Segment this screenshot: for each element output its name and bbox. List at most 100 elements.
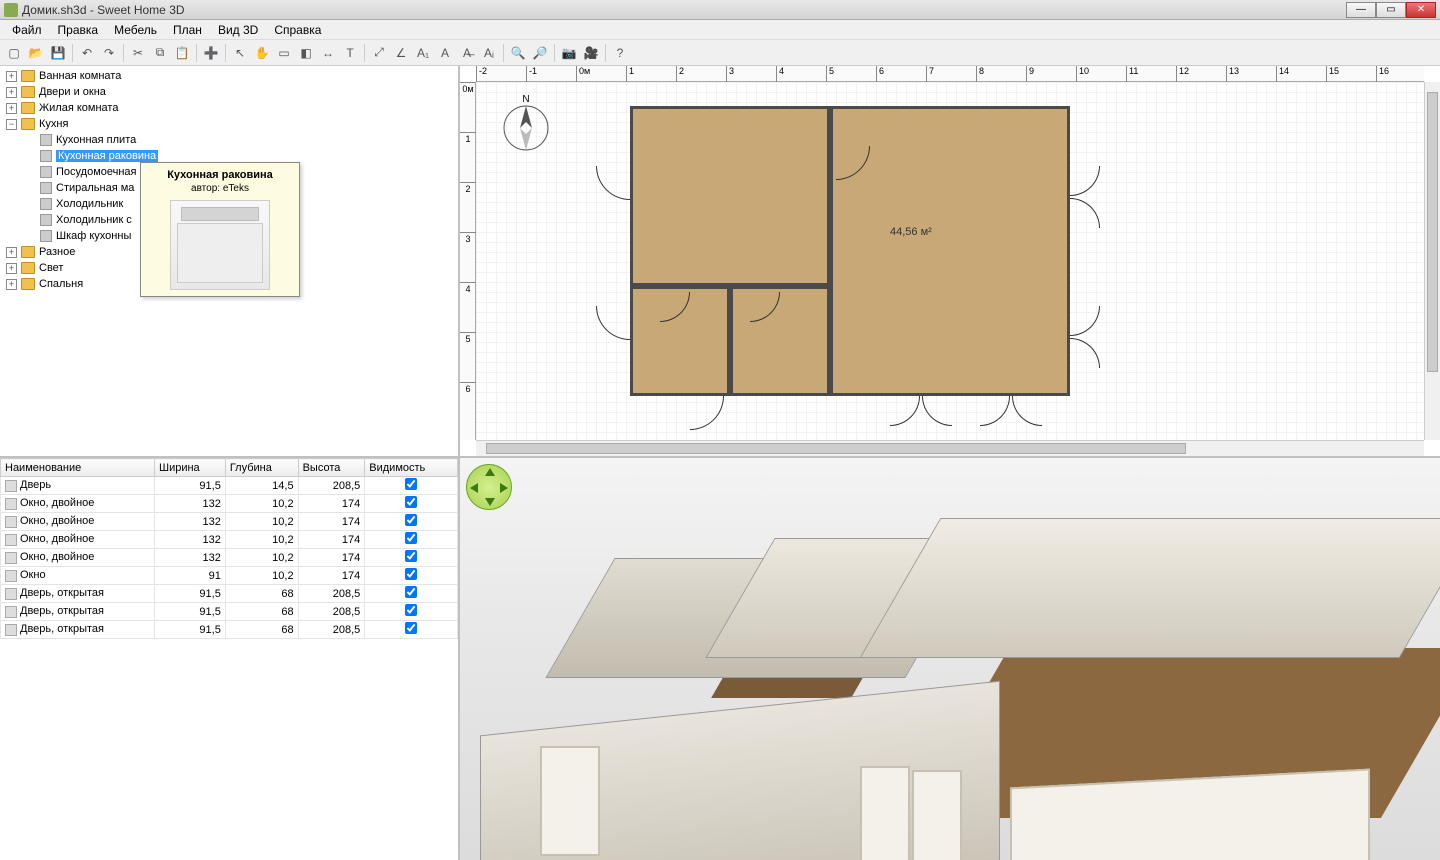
plan-2d-view[interactable]: -2-10м12345678910111213141516 0м123456 N… [460, 66, 1440, 458]
show-dim-icon[interactable]: A [435, 43, 455, 63]
floorplan[interactable]: 44,56 м² [630, 106, 1070, 406]
expand-icon[interactable]: + [6, 87, 17, 98]
row-width: 91,5 [154, 621, 225, 639]
add-furniture-icon[interactable]: ➕ [201, 43, 221, 63]
column-header[interactable]: Видимость [365, 459, 458, 477]
table-row[interactable]: Дверь, открытая91,568208,5 [1, 585, 458, 603]
new-icon[interactable]: ▢ [4, 43, 24, 63]
visibility-checkbox[interactable] [405, 532, 417, 544]
pan-icon[interactable]: ✋ [252, 43, 272, 63]
row-width: 91,5 [154, 603, 225, 621]
plan-scrollbar-vertical[interactable] [1424, 82, 1440, 440]
ruler-tick: 6 [876, 66, 884, 82]
table-row[interactable]: Дверь, открытая91,568208,5 [1, 603, 458, 621]
nav-left-icon[interactable] [470, 483, 478, 493]
maximize-button[interactable]: ▭ [1376, 2, 1406, 18]
hide-dim-icon[interactable]: A̶ [457, 43, 477, 63]
table-row[interactable]: Дверь91,514,5208,5 [1, 477, 458, 495]
catalog-folder[interactable]: +Двери и окна [2, 84, 456, 100]
row-name: Дверь, открытая [20, 587, 104, 599]
room-4[interactable] [730, 286, 830, 396]
dimension-icon[interactable]: ↔ [318, 43, 338, 63]
paste-icon[interactable]: 📋 [172, 43, 192, 63]
expand-icon[interactable]: + [6, 247, 17, 258]
catalog-folder[interactable]: +Жилая комната [2, 100, 456, 116]
door-3d [540, 746, 600, 856]
menu-правка[interactable]: Правка [50, 21, 107, 39]
room-icon[interactable]: ◧ [296, 43, 316, 63]
text-icon[interactable]: T [340, 43, 360, 63]
visibility-checkbox[interactable] [405, 568, 417, 580]
table-row[interactable]: Дверь, открытая91,568208,5 [1, 621, 458, 639]
object-icon [40, 214, 52, 226]
nav-right-icon[interactable] [500, 483, 508, 493]
label-icon[interactable]: A₁ [413, 43, 433, 63]
furniture-catalog[interactable]: +Ванная комната+Двери и окна+Жилая комна… [0, 66, 458, 458]
select-icon[interactable]: ↖ [230, 43, 250, 63]
row-width: 91,5 [154, 477, 225, 495]
column-header[interactable]: Высота [298, 459, 365, 477]
column-header[interactable]: Наименование [1, 459, 155, 477]
visibility-checkbox[interactable] [405, 514, 417, 526]
dim-icon[interactable]: ⤢ [369, 43, 389, 63]
angle-icon[interactable]: ∠ [391, 43, 411, 63]
window-3d-2 [912, 770, 962, 860]
furniture-table[interactable]: НаименованиеШиринаГлубинаВысотаВидимость… [0, 458, 458, 860]
cut-icon[interactable]: ✂ [128, 43, 148, 63]
visibility-checkbox[interactable] [405, 496, 417, 508]
visibility-checkbox[interactable] [405, 550, 417, 562]
copy-icon[interactable]: ⧉ [150, 43, 170, 63]
open-icon[interactable]: 📂 [26, 43, 46, 63]
expand-icon[interactable]: + [6, 279, 17, 290]
catalog-folder[interactable]: −Кухня [2, 116, 456, 132]
furniture-icon [5, 570, 17, 582]
text2-icon[interactable]: Aᵢ [479, 43, 499, 63]
table-row[interactable]: Окно, двойное13210,2174 [1, 513, 458, 531]
table-row[interactable]: Окно, двойное13210,2174 [1, 531, 458, 549]
table-row[interactable]: Окно, двойное13210,2174 [1, 495, 458, 513]
object-icon [40, 166, 52, 178]
expand-icon[interactable]: + [6, 71, 17, 82]
menu-мебель[interactable]: Мебель [106, 21, 165, 39]
column-header[interactable]: Глубина [225, 459, 298, 477]
menu-план[interactable]: План [165, 21, 210, 39]
column-header[interactable]: Ширина [154, 459, 225, 477]
ruler-tick: 8 [976, 66, 984, 82]
save-icon[interactable]: 💾 [48, 43, 68, 63]
furniture-icon [5, 606, 17, 618]
redo-icon[interactable]: ↷ [99, 43, 119, 63]
row-width: 91 [154, 567, 225, 585]
zoom-in-icon[interactable]: 🔍 [508, 43, 528, 63]
visibility-checkbox[interactable] [405, 586, 417, 598]
visibility-checkbox[interactable] [405, 478, 417, 490]
row-depth: 14,5 [225, 477, 298, 495]
plan-scrollbar-horizontal[interactable] [476, 440, 1424, 456]
expand-icon[interactable]: + [6, 263, 17, 274]
furniture-icon [5, 498, 17, 510]
room-1[interactable] [630, 106, 830, 286]
help-icon[interactable]: ? [610, 43, 630, 63]
undo-icon[interactable]: ↶ [77, 43, 97, 63]
minimize-button[interactable]: — [1346, 2, 1376, 18]
row-height: 174 [298, 531, 365, 549]
catalog-folder[interactable]: +Ванная комната [2, 68, 456, 84]
visibility-checkbox[interactable] [405, 622, 417, 634]
view-3d[interactable] [460, 458, 1440, 860]
table-row[interactable]: Окно, двойное13210,2174 [1, 549, 458, 567]
menu-файл[interactable]: Файл [4, 21, 50, 39]
nav-up-icon[interactable] [485, 468, 495, 476]
collapse-icon[interactable]: − [6, 119, 17, 130]
menu-вид 3d[interactable]: Вид 3D [210, 21, 266, 39]
wall-icon[interactable]: ▭ [274, 43, 294, 63]
close-button[interactable]: ✕ [1406, 2, 1436, 18]
video-icon[interactable]: 🎥 [581, 43, 601, 63]
menu-справка[interactable]: Справка [266, 21, 329, 39]
catalog-item[interactable]: Кухонная плита [2, 132, 456, 148]
expand-icon[interactable]: + [6, 103, 17, 114]
table-row[interactable]: Окно9110,2174 [1, 567, 458, 585]
zoom-out-icon[interactable]: 🔎 [530, 43, 550, 63]
visibility-checkbox[interactable] [405, 604, 417, 616]
photo-icon[interactable]: 📷 [559, 43, 579, 63]
tooltip-title: Кухонная раковина [147, 169, 293, 181]
ruler-tick: 1 [626, 66, 634, 82]
